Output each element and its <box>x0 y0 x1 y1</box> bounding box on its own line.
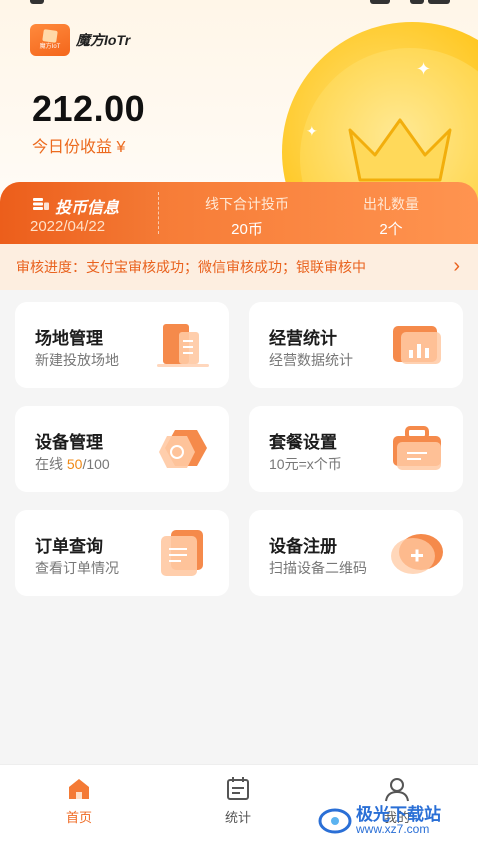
site-watermark: 极光下载站 www.xz7.com <box>318 800 468 844</box>
package-settings-card[interactable]: 套餐设置 10元=x个币 <box>249 406 463 492</box>
tab-statistics[interactable]: 统计 <box>198 775 278 826</box>
coin-stack-icon <box>33 198 49 210</box>
status-time-icon <box>30 0 44 4</box>
card-title: 订单查询 <box>35 537 103 556</box>
add-circle-icon <box>391 534 443 574</box>
device-total: /100 <box>82 456 110 472</box>
coin-info-date: 2022/04/22 <box>30 218 106 235</box>
tab-label: 首页 <box>65 810 92 825</box>
card-subtitle: 在线 50/100 <box>35 454 110 474</box>
offline-coins-stat: 线下合计投币 20币 <box>192 194 302 239</box>
sparkle-icon: ✦ <box>306 123 318 139</box>
card-title: 经营统计 <box>269 329 337 348</box>
sparkle-icon: ✦ <box>416 59 432 79</box>
wifi-icon <box>410 0 424 4</box>
watermark-logo-icon <box>318 808 352 834</box>
gift-count-value: 2个 <box>379 221 403 238</box>
card-subtitle: 10元=x个币 <box>269 456 342 472</box>
app-name: 魔方IoTr <box>76 32 131 48</box>
hexagon-device-icon <box>159 430 207 468</box>
card-title: 套餐设置 <box>269 433 337 452</box>
user-icon <box>385 778 409 802</box>
gift-count-label: 出礼数量 <box>363 196 419 212</box>
app-logo: 魔方IoT 魔方IoTr <box>30 24 130 56</box>
card-title: 设备注册 <box>269 537 337 556</box>
building-icon <box>157 324 209 367</box>
home-icon <box>69 779 89 799</box>
card-title: 场地管理 <box>35 329 103 348</box>
card-subtitle: 新建投放场地 <box>35 352 119 368</box>
document-icon <box>161 530 203 576</box>
watermark-url: www.xz7.com <box>356 822 430 836</box>
briefcase-icon <box>393 426 441 470</box>
crown-icon <box>348 118 452 182</box>
card-subtitle: 扫描设备二维码 <box>269 560 367 576</box>
device-management-card[interactable]: 设备管理 在线 50/100 <box>15 406 229 492</box>
logo-icon: 魔方IoT <box>30 24 70 56</box>
coin-info-title: 投币信息 <box>55 200 120 217</box>
coin-info-bar[interactable]: 投币信息 2022/04/22 线下合计投币 20币 出礼数量 2个 <box>0 182 478 244</box>
card-subtitle: 经营数据统计 <box>269 352 353 368</box>
tab-home[interactable]: 首页 <box>39 775 119 826</box>
card-subtitle: 查看订单情况 <box>35 560 119 576</box>
bar-chart-icon <box>393 326 441 364</box>
audit-progress-text: 审核进度：支付宝审核成功；微信审核成功；银联审核中 <box>16 259 366 275</box>
audit-progress-bar[interactable]: 审核进度：支付宝审核成功；微信审核成功；银联审核中 › <box>0 244 478 290</box>
order-query-card[interactable]: 订单查询 查看订单情况 <box>15 510 229 596</box>
device-registration-card[interactable]: 设备注册 扫描设备二维码 <box>249 510 463 596</box>
tab-label: 统计 <box>224 810 251 825</box>
status-bar <box>0 0 478 10</box>
divider <box>158 192 159 234</box>
gift-count-stat: 出礼数量 2个 <box>346 194 436 239</box>
online-count: 50 <box>66 456 83 472</box>
signal-icon <box>370 0 390 4</box>
business-stats-card[interactable]: 经营统计 经营数据统计 <box>249 302 463 388</box>
offline-coins-value: 20币 <box>231 221 263 238</box>
battery-icon <box>428 0 450 4</box>
earnings-label: 今日份收益 ¥ <box>32 139 126 156</box>
card-title: 设备管理 <box>35 433 103 452</box>
earnings-amount: 212.00 <box>32 88 146 129</box>
online-label: 在线 <box>35 456 67 472</box>
calendar-stats-icon <box>227 777 249 800</box>
venue-management-card[interactable]: 场地管理 新建投放场地 <box>15 302 229 388</box>
coin-info-summary: 投币信息 2022/04/22 <box>0 182 160 244</box>
logo-mini-text: 魔方IoT <box>39 43 61 50</box>
chevron-right-icon[interactable]: › <box>453 256 460 276</box>
offline-coins-label: 线下合计投币 <box>205 196 289 212</box>
